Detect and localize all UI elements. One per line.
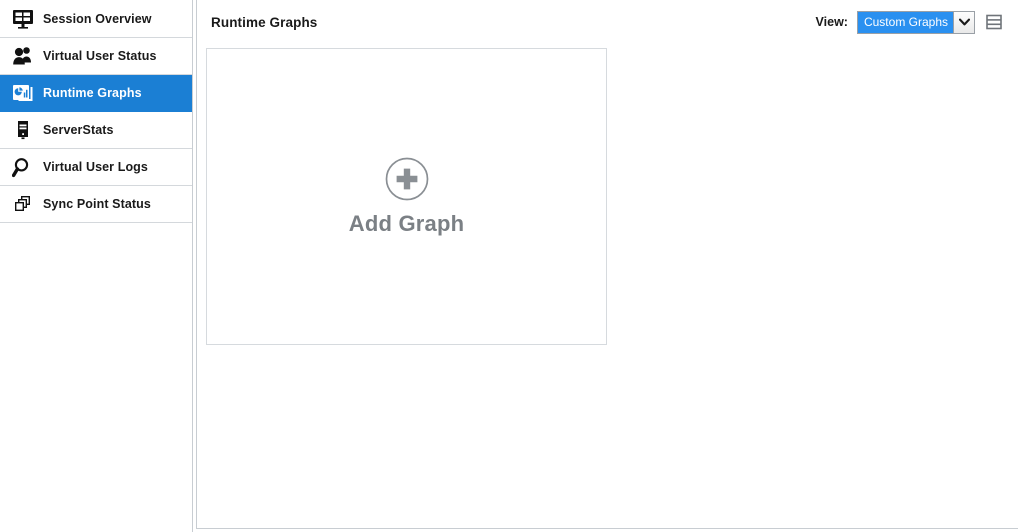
magnifier-icon: [10, 154, 36, 180]
sidebar-item-sync-point-status[interactable]: Sync Point Status: [0, 186, 192, 223]
sidebar-item-label: Virtual User Status: [43, 49, 157, 63]
sidebar-nav-list: Session Overview Virtual User Status Run…: [0, 0, 192, 223]
runtime-graphs-window: Session Overview Virtual User Status Run…: [0, 0, 1019, 532]
add-graph-label: Add Graph: [348, 211, 465, 236]
sidebar-item-label: Virtual User Logs: [43, 160, 148, 174]
view-label: View:: [815, 15, 848, 29]
sidebar-item-runtime-graphs[interactable]: Runtime Graphs: [0, 75, 192, 112]
layers-icon: [10, 191, 36, 217]
view-select[interactable]: Custom Graphs: [856, 10, 975, 34]
chart-icon: [10, 80, 36, 106]
users-icon: [10, 43, 36, 69]
add-graph-card[interactable]: Add Graph: [206, 48, 607, 345]
header-controls: View: Custom Graphs: [815, 10, 1004, 34]
sidebar-item-label: Runtime Graphs: [43, 86, 142, 100]
main-header: Runtime Graphs View: Custom Graphs: [197, 0, 1018, 44]
view-select-value[interactable]: Custom Graphs: [857, 11, 953, 33]
plus-circle-icon: [384, 156, 430, 202]
main-panel-inner: Runtime Graphs View: Custom Graphs Add G…: [196, 0, 1018, 529]
sidebar-item-server-stats[interactable]: ServerStats: [0, 112, 192, 149]
main-panel: Runtime Graphs View: Custom Graphs Add G…: [193, 0, 1019, 532]
sidebar: Session Overview Virtual User Status Run…: [0, 0, 193, 532]
server-icon: [10, 117, 36, 143]
sidebar-item-virtual-user-status[interactable]: Virtual User Status: [0, 38, 192, 75]
sidebar-item-label: Sync Point Status: [43, 197, 151, 211]
sidebar-item-label: ServerStats: [43, 123, 114, 137]
chevron-down-icon[interactable]: [953, 11, 974, 33]
graphs-content-area: Add Graph: [197, 44, 1018, 528]
sidebar-item-label: Session Overview: [43, 12, 152, 26]
monitor-icon: [10, 6, 36, 32]
page-title: Runtime Graphs: [211, 14, 318, 30]
horizontal-split-layout-icon[interactable]: [984, 12, 1004, 32]
sidebar-item-session-overview[interactable]: Session Overview: [0, 1, 192, 38]
sidebar-item-virtual-user-logs[interactable]: Virtual User Logs: [0, 149, 192, 186]
